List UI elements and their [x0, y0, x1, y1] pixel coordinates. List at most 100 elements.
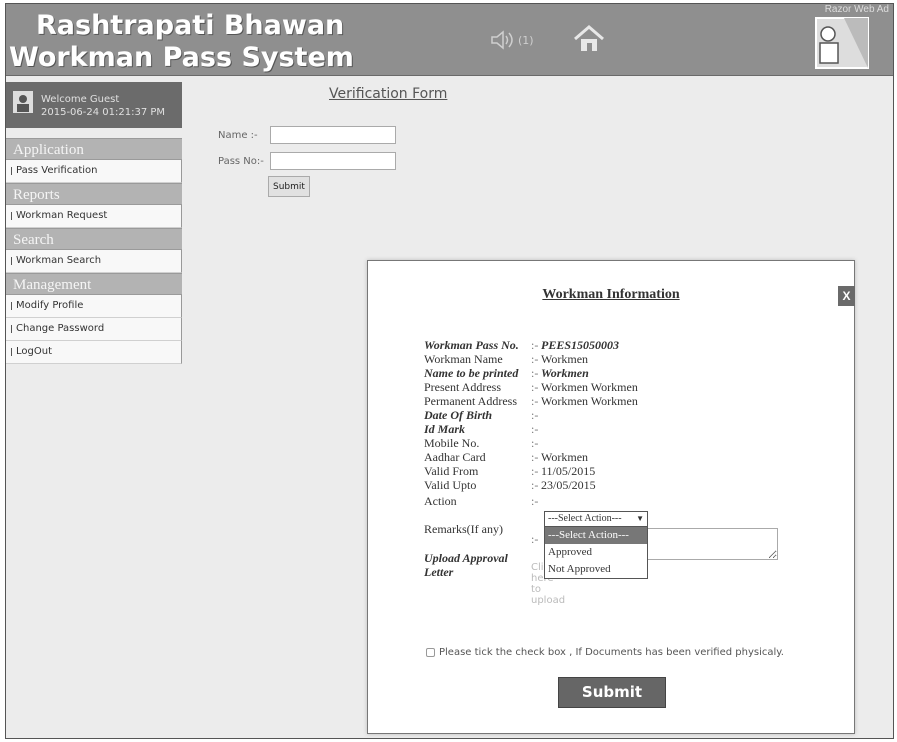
info-separator: :-: [531, 338, 539, 352]
menu-section-reports[interactable]: Reports: [6, 183, 182, 205]
main-content: Verification Form Name :- Pass No:- Subm…: [182, 76, 893, 738]
verify-checkbox-label: Please tick the check box , If Documents…: [439, 647, 784, 658]
verify-checkbox-row: Please tick the check box , If Documents…: [426, 647, 784, 658]
info-row: Present Address:- Workmen Workmen: [424, 380, 638, 395]
sidebar-menu: Application Pass Verification Reports Wo…: [6, 138, 182, 364]
info-row: Date Of Birth :-: [424, 408, 541, 423]
info-separator: :-: [531, 464, 539, 478]
sidebar-item-modify-profile[interactable]: Modify Profile: [6, 295, 182, 318]
info-value: Workmen Workmen: [541, 394, 638, 408]
info-value: PEES15050003: [541, 338, 620, 352]
verify-submit-button[interactable]: Submit: [268, 176, 310, 197]
sidebar-item-label: Change Password: [16, 323, 105, 334]
info-separator: :-: [531, 436, 539, 450]
workman-info-modal: Workman Information X Workman Pass No. :-…: [367, 260, 855, 734]
info-key: Workman Pass No.: [424, 338, 519, 352]
info-row: Id Mark:-: [424, 422, 541, 437]
info-separator: :-: [531, 494, 539, 508]
sidebar-item-change-password[interactable]: Change Password: [6, 318, 182, 341]
sidebar-item-label: Pass Verification: [16, 165, 98, 176]
pass-no-label: Pass No:-: [218, 156, 264, 167]
info-value: Workmen: [541, 352, 589, 366]
info-row: Permanent Address :- Workmen Workmen: [424, 394, 638, 409]
app-frame: Rashtrapati Bhawan Workman Pass System (…: [5, 3, 894, 739]
submit-button[interactable]: Submit: [558, 677, 666, 708]
info-row: Valid Upto:- 23/05/2015: [424, 478, 596, 493]
info-value: 11/05/2015: [541, 464, 596, 478]
bullet-icon: [11, 257, 12, 265]
sidebar-item-pass-verification[interactable]: Pass Verification: [6, 160, 182, 183]
welcome-panel: Welcome Guest 2015-06-24 01:21:37 PM: [6, 82, 182, 128]
modal-title: Workman Information: [542, 287, 680, 302]
app-title-line1: Rashtrapati Bhawan: [36, 10, 345, 41]
info-key: Permanent Address: [424, 394, 517, 408]
info-row: Aadhar Card :- Workmen: [424, 450, 588, 465]
info-key: Date Of Birth: [424, 408, 493, 422]
menu-section-application[interactable]: Application: [6, 138, 182, 160]
user-icon: [13, 91, 33, 113]
info-separator: :-: [531, 450, 539, 464]
sidebar-item-workman-request[interactable]: Workman Request: [6, 205, 182, 228]
upload-row: Upload Approval: [424, 551, 531, 566]
bullet-icon: [11, 167, 12, 175]
menu-section-management[interactable]: Management: [6, 273, 182, 295]
action-option[interactable]: ---Select Action---: [545, 527, 647, 544]
info-row: Name to be printed:- Workmen: [424, 366, 589, 381]
remarks-separator-row: :-: [531, 532, 541, 547]
bullet-icon: [11, 325, 12, 333]
info-row: Valid From :- 11/05/2015: [424, 464, 595, 479]
name-label: Name :-: [218, 130, 258, 141]
info-separator: :-: [531, 408, 539, 422]
action-option[interactable]: Approved: [545, 544, 647, 561]
home-icon[interactable]: [571, 24, 607, 54]
user-avatar-icon: [815, 17, 869, 69]
sidebar-item-label: LogOut: [16, 346, 52, 357]
upload-label-line2: Letter: [424, 565, 454, 579]
page-title: Verification Form: [329, 86, 448, 102]
name-input[interactable]: [270, 126, 396, 144]
info-separator: :-: [531, 422, 539, 436]
pass-no-input[interactable]: [270, 152, 396, 170]
upload-row-2: Letter: [424, 565, 531, 580]
sidebar-item-logout[interactable]: LogOut: [6, 341, 182, 364]
header: Rashtrapati Bhawan Workman Pass System (…: [6, 4, 893, 76]
info-key: Aadhar Card: [424, 450, 486, 464]
info-key: Action: [424, 494, 457, 508]
info-row: Workman Name :- Workmen: [424, 352, 588, 367]
info-separator: :-: [531, 352, 539, 366]
info-row: Mobile No. :-: [424, 436, 541, 451]
sound-count: (1): [518, 33, 534, 47]
info-key: Valid From: [424, 464, 479, 478]
sidebar-item-label: Workman Search: [16, 255, 102, 266]
bullet-icon: [11, 348, 12, 356]
ad-label: Razor Web Ad: [824, 4, 889, 15]
action-dropdown: ---Select Action--- Approved Not Approve…: [544, 526, 648, 579]
close-button[interactable]: X: [838, 286, 855, 306]
bullet-icon: [11, 302, 12, 310]
info-key: Name to be printed: [424, 366, 519, 380]
app-title-line2: Workman Pass System: [9, 42, 354, 73]
action-select-value: ---Select Action---: [548, 513, 622, 524]
info-value: 23/05/2015: [541, 478, 596, 492]
bullet-icon: [11, 212, 12, 220]
ad-user-image: [814, 14, 870, 70]
sidebar-item-workman-search[interactable]: Workman Search: [6, 250, 182, 273]
speaker-icon: [491, 30, 513, 50]
info-key: Valid Upto: [424, 478, 477, 492]
sidebar: Welcome Guest 2015-06-24 01:21:37 PM App…: [6, 76, 182, 738]
info-key: Workman Name: [424, 352, 503, 366]
verified-checkbox[interactable]: [426, 648, 435, 657]
info-row: Action :-: [424, 494, 541, 509]
remarks-row: Remarks(If any): [424, 522, 531, 537]
action-option[interactable]: Not Approved: [545, 561, 647, 578]
sidebar-item-label: Modify Profile: [16, 300, 84, 311]
sidebar-item-label: Workman Request: [16, 210, 108, 221]
info-value: Workmen: [541, 366, 589, 380]
info-key: Mobile No.: [424, 436, 480, 450]
action-select[interactable]: ---Select Action--- ▼: [544, 511, 648, 527]
sound-toggle[interactable]: (1): [490, 30, 534, 50]
menu-section-search[interactable]: Search: [6, 228, 182, 250]
info-separator: :-: [531, 394, 539, 408]
info-value: Workmen: [541, 450, 589, 464]
upload-label-line1: Upload Approval: [424, 551, 508, 565]
